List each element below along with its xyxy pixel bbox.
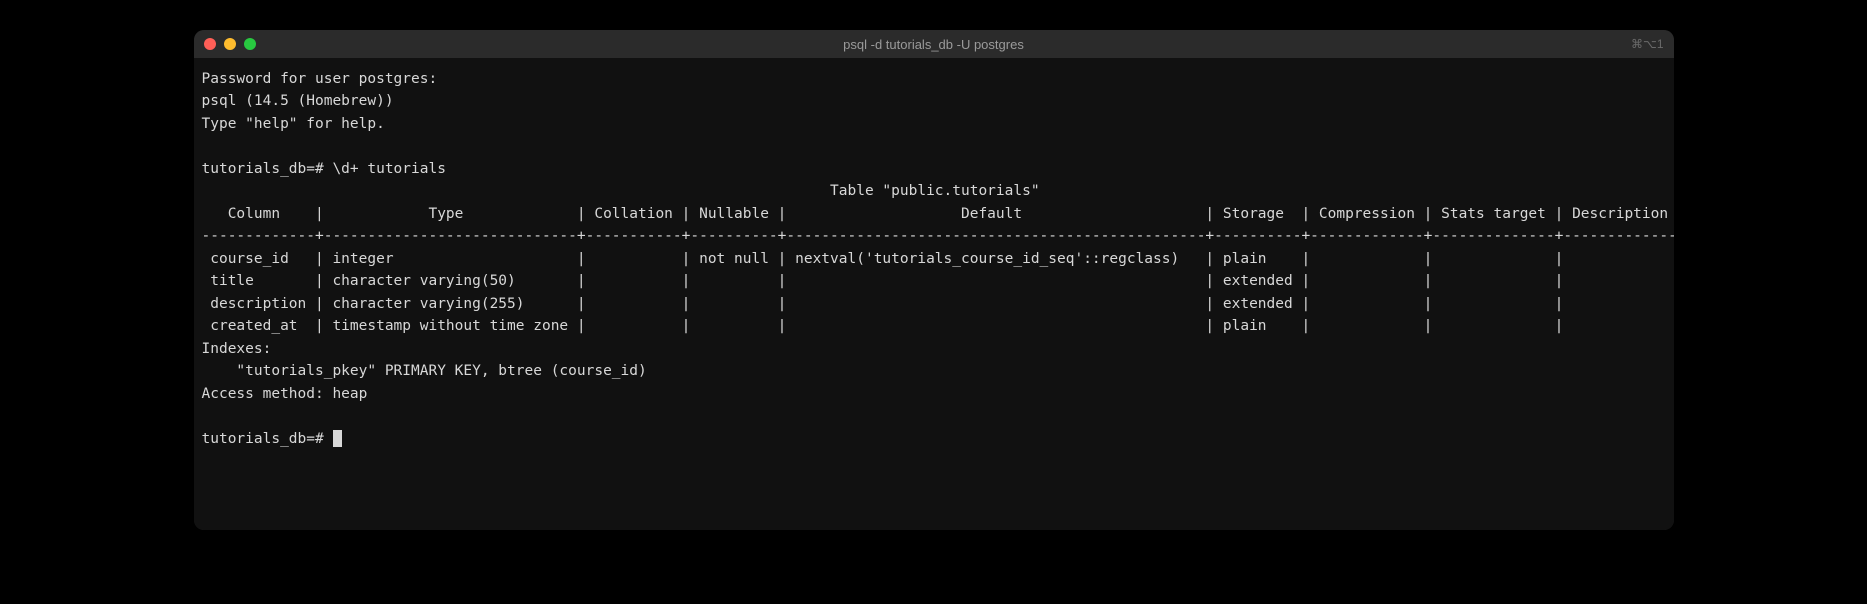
prompt: tutorials_db=# [202,161,324,177]
access-method: Access method: heap [202,386,368,402]
tab-shortcut-label: ⌘⌥1 [1631,37,1664,51]
terminal-window: psql -d tutorials_db -U postgres ⌘⌥1 Pas… [194,30,1674,530]
cursor-icon [333,430,342,447]
titlebar: psql -d tutorials_db -U postgres ⌘⌥1 [194,30,1674,58]
terminal-content[interactable]: Password for user postgres: psql (14.5 (… [194,58,1674,530]
window-title: psql -d tutorials_db -U postgres [194,37,1674,52]
traffic-lights [204,38,256,50]
index-line: "tutorials_pkey" PRIMARY KEY, btree (cou… [202,363,647,379]
zoom-icon[interactable] [244,38,256,50]
describe-table-output: Table "public.tutorials" Column | Type |… [202,183,1674,334]
close-icon[interactable] [204,38,216,50]
command-entered: \d+ tutorials [332,161,446,177]
minimize-icon[interactable] [224,38,236,50]
password-prompt: Password for user postgres: [202,71,438,87]
help-hint: Type "help" for help. [202,116,385,132]
prompt: tutorials_db=# [202,431,324,447]
indexes-label: Indexes: [202,341,272,357]
psql-version: psql (14.5 (Homebrew)) [202,93,394,109]
